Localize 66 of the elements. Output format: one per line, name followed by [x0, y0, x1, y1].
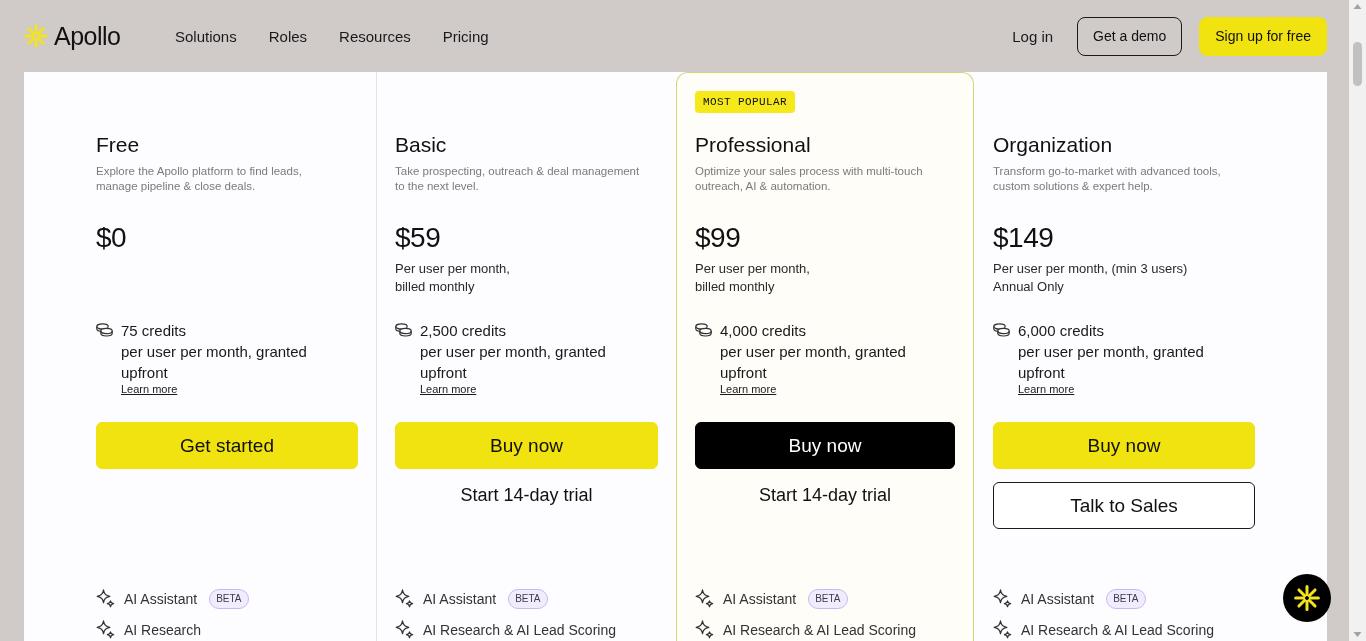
nav-link[interactable]: Roles: [268, 27, 308, 45]
feature-label: AI Research & AI Lead Scoring: [723, 621, 916, 638]
beta-badge: BETA: [808, 588, 848, 609]
feature-label: AI Assistant: [124, 590, 198, 607]
plan-action-button[interactable]: Buy now: [395, 422, 658, 469]
feature-label: AI Assistant: [723, 590, 797, 607]
beta-badge: BETA: [508, 588, 548, 609]
login-link[interactable]: Log in: [1012, 27, 1054, 45]
asterisk-icon: [1294, 585, 1320, 611]
nav-link[interactable]: Resources: [339, 27, 411, 45]
plan-description: Explore the Apollo platform to find leads, manage pipeline & close deals.: [96, 164, 303, 194]
plan-action-button[interactable]: Buy now: [695, 422, 955, 469]
sparkle-icon: [993, 620, 1012, 639]
beta-badge: BETA: [1106, 588, 1146, 609]
beta-badge: BETA: [209, 588, 249, 609]
plan-action-button[interactable]: Talk to Sales: [993, 482, 1255, 529]
feature-label: AI Assistant: [423, 590, 497, 607]
learn-more-link[interactable]: Learn more: [121, 383, 178, 396]
plan-action-button[interactable]: Get started: [96, 422, 358, 469]
plan-price: $59: [395, 221, 442, 255]
credits-text: 75 credits per user per month, granted upfront: [121, 321, 307, 383]
sparkle-icon: [395, 589, 414, 608]
sparkle-icon: [695, 620, 714, 639]
coins-icon: [395, 323, 412, 337]
coins-icon: [695, 323, 712, 337]
sparkle-icon: [993, 589, 1012, 608]
sparkle-icon: [395, 620, 414, 639]
header-button[interactable]: Get a demo: [1077, 16, 1183, 56]
price-note: Per user per month, billed monthly: [395, 260, 511, 296]
plan-description: Optimize your sales process with multi-touch outreach, AI & automation.: [695, 164, 924, 194]
plan-description: Transform go-to-market with advanced tools, custom solutions & expert help.: [993, 164, 1222, 194]
learn-more-link[interactable]: Learn more: [1018, 383, 1075, 396]
sparkle-icon: [96, 589, 115, 608]
feature-label: AI Research: [124, 621, 202, 638]
plan-price: $149: [993, 221, 1055, 255]
scrollbar[interactable]: [1349, 0, 1366, 641]
plan-name: Free: [96, 132, 141, 158]
sparkle-icon: [96, 620, 115, 639]
brand-name[interactable]: Apollo: [54, 21, 121, 51]
header-button[interactable]: Sign up for free: [1199, 16, 1327, 56]
feature-label: AI Research & AI Lead Scoring: [423, 621, 616, 638]
trial-link-button[interactable]: Start 14-day trial: [456, 482, 597, 508]
coins-icon: [993, 323, 1010, 337]
popular-badge: MOST POPULAR: [695, 91, 795, 113]
price-note: Per user per month, (min 3 users) Annual Only: [993, 260, 1189, 296]
price-note: Per user per month, billed monthly: [695, 260, 811, 296]
credits-text: 2,500 credits per user per month, granted upfront: [420, 321, 606, 383]
plan-name: Organization: [993, 132, 1114, 158]
plan-price: $0: [96, 221, 128, 255]
plan-description: Take prospecting, outreach & deal management to the next level.: [395, 164, 641, 194]
coins-icon: [96, 323, 113, 337]
credits-text: 4,000 credits per user per month, granted upfront: [720, 321, 906, 383]
learn-more-link[interactable]: Learn more: [720, 383, 777, 396]
nav-link[interactable]: Solutions: [175, 27, 237, 45]
plan-price: $99: [695, 221, 742, 255]
plan-action-button[interactable]: Buy now: [993, 422, 1255, 469]
logo-icon: [24, 24, 48, 48]
trial-link-button[interactable]: Start 14-day trial: [754, 482, 896, 508]
plan-name: Basic: [395, 132, 448, 158]
plan-name: Professional: [695, 132, 812, 158]
sparkle-icon: [695, 589, 714, 608]
feature-label: AI Assistant: [1021, 590, 1095, 607]
learn-more-link[interactable]: Learn more: [420, 383, 477, 396]
nav-link[interactable]: Pricing: [442, 27, 489, 45]
feature-label: AI Research & AI Lead Scoring: [1021, 621, 1214, 638]
credits-text: 6,000 credits per user per month, granted upfront: [1018, 321, 1204, 383]
